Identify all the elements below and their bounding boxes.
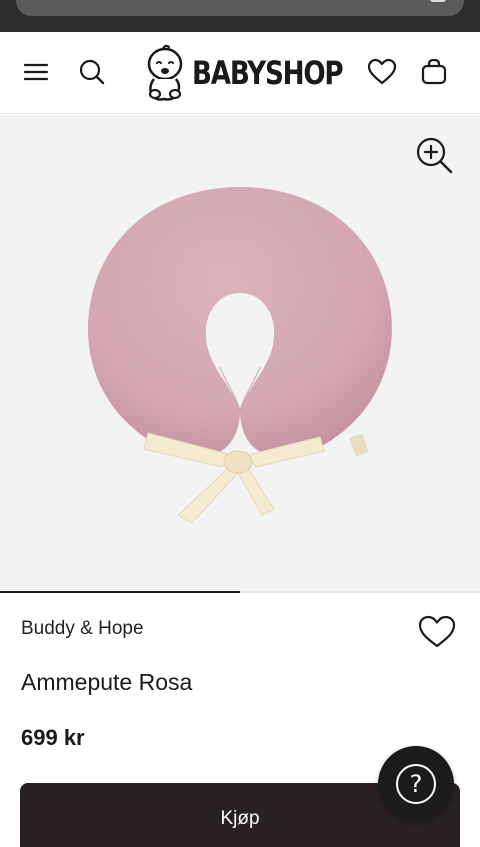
logo-text: BABYSHOP [192, 54, 344, 92]
menu-icon [23, 63, 49, 81]
heart-icon [367, 58, 397, 85]
babyshop-logo[interactable]: BABYSHOP [142, 41, 375, 105]
add-to-wishlist-button[interactable] [417, 614, 459, 654]
shopping-bag-icon [421, 58, 447, 85]
baby-mascot-icon [147, 44, 183, 101]
wishlist-button[interactable] [364, 54, 400, 90]
help-button[interactable]: ? [378, 746, 454, 822]
product-image-gallery[interactable] [0, 115, 480, 593]
gallery-progress [0, 591, 480, 593]
search-icon [79, 59, 105, 85]
browser-toolbar [0, 0, 480, 32]
product-name: Ammepute Rosa [21, 669, 193, 695]
address-bar[interactable] [16, 0, 464, 16]
help-icon: ? [396, 764, 436, 804]
product-price: 699 kr [21, 725, 85, 750]
product-brand[interactable]: Buddy & Hope [21, 618, 144, 640]
menu-button[interactable] [18, 54, 54, 90]
heart-icon [418, 615, 456, 648]
cart-button[interactable] [416, 54, 452, 90]
search-button[interactable] [74, 54, 110, 90]
zoom-button[interactable] [414, 135, 454, 175]
site-header: BABYSHOP [0, 32, 480, 114]
zoom-in-icon [416, 137, 453, 174]
gallery-progress-fill [0, 591, 240, 593]
tabs-icon[interactable] [430, 0, 446, 2]
product-image [87, 187, 392, 524]
